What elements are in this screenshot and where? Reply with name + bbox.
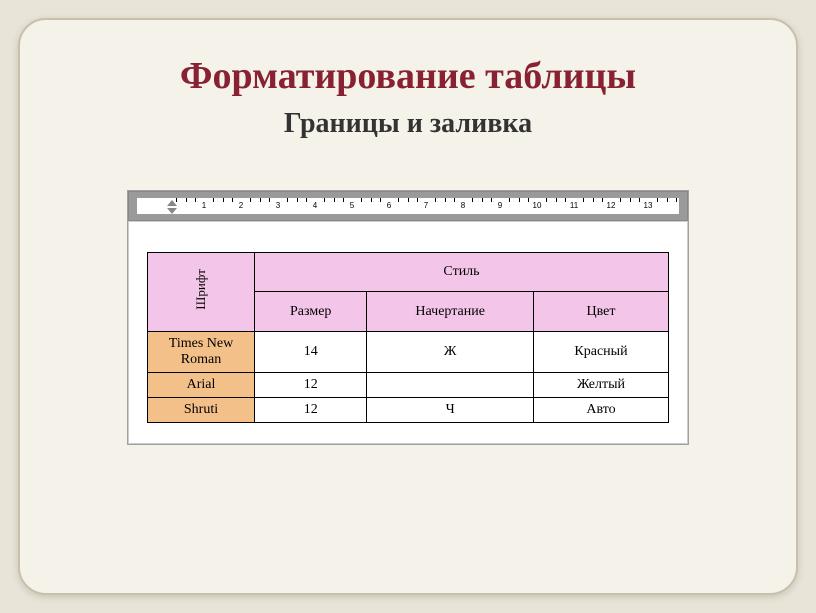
table-row: Shruti 12 Ч Авто [148, 397, 669, 422]
font-name-cell: Shruti [148, 397, 255, 422]
ruler-number: 7 [424, 201, 428, 210]
ruler-number: 6 [387, 201, 391, 210]
table-row: Times New Roman 14 Ж Красный [148, 331, 669, 372]
horizontal-ruler: 1234567891011121314 [137, 198, 679, 214]
table-row: Arial 12 Желтый [148, 372, 669, 397]
size-cell: 14 [255, 331, 367, 372]
ruler-number: 13 [644, 201, 653, 210]
font-name-cell: Times New Roman [148, 331, 255, 372]
style-cell [367, 372, 534, 397]
color-cell: Желтый [533, 372, 668, 397]
color-cell: Авто [533, 397, 668, 422]
document-page: Шрифт Стиль Размер Начертание Цвет Times… [128, 221, 688, 444]
ruler-number: 11 [570, 201, 578, 210]
ruler-number: 5 [350, 201, 354, 210]
size-cell: 12 [255, 372, 367, 397]
font-name-cell: Arial [148, 372, 255, 397]
style-cell: Ч [367, 397, 534, 422]
indent-marker-bottom [167, 208, 177, 214]
slide-frame: Форматирование таблицы Границы и заливка… [18, 18, 798, 595]
formatting-table: Шрифт Стиль Размер Начертание Цвет Times… [147, 252, 669, 423]
ruler-number: 4 [313, 201, 317, 210]
font-header-label: Шрифт [193, 257, 209, 322]
ruler-number: 3 [276, 201, 280, 210]
ruler-number: 8 [461, 201, 465, 210]
size-cell: 12 [255, 397, 367, 422]
style-header: Начертание [367, 292, 534, 331]
ruler-number: 1 [202, 201, 206, 210]
color-cell: Красный [533, 331, 668, 372]
style-cell: Ж [367, 331, 534, 372]
ruler-number: 12 [607, 201, 616, 210]
ruler-container: 1234567891011121314 [128, 191, 688, 221]
document-area: 1234567891011121314 Шрифт Стиль Размер Н… [127, 190, 689, 445]
slide-subtitle: Границы и заливка [40, 108, 776, 140]
style-group-header: Стиль [255, 253, 669, 292]
color-header: Цвет [533, 292, 668, 331]
slide-title: Форматирование таблицы [40, 54, 776, 98]
ruler-number: 10 [533, 201, 542, 210]
ruler-number: 9 [498, 201, 502, 210]
table-header-row: Шрифт Стиль [148, 253, 669, 292]
size-header: Размер [255, 292, 367, 331]
font-column-header: Шрифт [148, 253, 255, 332]
ruler-number: 2 [239, 201, 243, 210]
